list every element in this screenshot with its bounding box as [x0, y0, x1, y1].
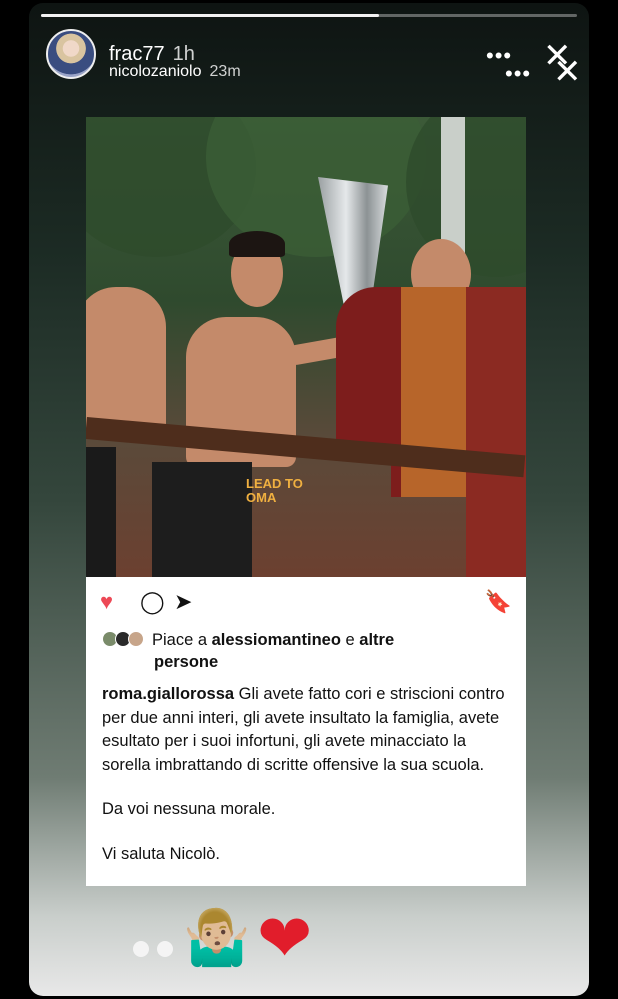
photo-person-center-hair	[229, 231, 285, 257]
shrug-emoji-icon: 🤷🏼‍♂️	[183, 908, 251, 968]
reaction-dot	[157, 941, 173, 957]
story-reactions: 🤷🏼‍♂️ ❤	[29, 903, 589, 983]
comment-icon[interactable]: ◯	[140, 589, 165, 615]
story-timestamp: 1h	[172, 43, 195, 65]
likes-summary[interactable]: Piace a alessiomantineo e altre persone	[102, 629, 512, 673]
more-options-icon[interactable]: •••	[486, 45, 512, 67]
likes-others-1[interactable]: altre	[359, 631, 394, 649]
story-progress-bar	[41, 14, 577, 17]
reshared-timestamp: 23m	[209, 63, 241, 80]
photo-person-far-right	[466, 287, 526, 577]
likes-others-2[interactable]: persone	[154, 653, 218, 671]
photo-shirt-text: LEAD TO OMA	[246, 476, 303, 505]
reshared-username[interactable]: nicolozaniolo	[109, 63, 202, 80]
post-photo[interactable]: LEAD TO OMA	[86, 117, 526, 577]
share-icon[interactable]: ➤	[174, 589, 192, 615]
more-options-icon-secondary[interactable]: •••	[505, 63, 531, 85]
reaction-dot	[133, 941, 149, 957]
photo-person-left-legs	[86, 447, 116, 577]
story-progress-fill	[41, 14, 379, 17]
caption-line-2: Da voi nessuna morale.	[102, 800, 276, 818]
story-avatar[interactable]	[46, 29, 96, 79]
photo-person-center-shorts	[152, 462, 252, 577]
reshared-author-row[interactable]: nicolozaniolo 23m	[109, 63, 241, 81]
like-heart-icon[interactable]: ♥	[100, 589, 113, 615]
post-actions: ♥ ◯ ➤ 🔖	[100, 589, 512, 615]
heart-emoji-icon: ❤	[257, 901, 313, 975]
story-username[interactable]: frac77	[109, 43, 165, 65]
bookmark-icon[interactable]: 🔖	[485, 589, 512, 615]
shared-post-card[interactable]: LEAD TO OMA ♥ ◯ ➤ 🔖 Piace a alessiomanti…	[86, 117, 526, 886]
caption-username[interactable]: roma.giallorossa	[102, 685, 234, 703]
likes-user[interactable]: alessiomantineo	[212, 631, 341, 649]
liker-avatars	[102, 631, 146, 647]
close-icon-secondary[interactable]: ✕	[553, 55, 582, 89]
liker-avatar	[128, 631, 144, 647]
likes-middle: e	[340, 631, 360, 649]
caption-line-3: Vi saluta Nicolò.	[102, 844, 221, 863]
likes-prefix: Piace a	[152, 631, 212, 649]
post-caption: roma.giallorossa Gli avete fatto cori e …	[102, 683, 512, 866]
photo-person-left	[86, 287, 166, 437]
